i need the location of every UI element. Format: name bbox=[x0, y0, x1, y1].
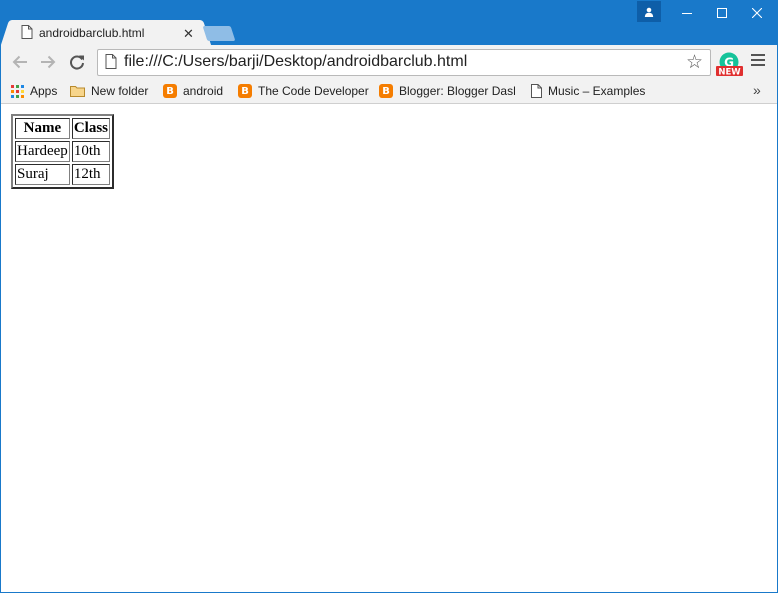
bookmark-blogger-dashboard[interactable]: B Blogger: Blogger Dash bbox=[379, 83, 515, 99]
bookmark-android[interactable]: B android bbox=[163, 83, 223, 99]
tab-close-icon[interactable]: ✕ bbox=[183, 26, 194, 42]
maximize-icon bbox=[717, 8, 727, 18]
person-icon bbox=[644, 7, 654, 17]
table-row: Hardeep 10th bbox=[15, 141, 110, 162]
reload-icon bbox=[70, 55, 84, 70]
bookmark-the-code-developer[interactable]: B The Code Developer bbox=[238, 83, 369, 99]
back-arrow-icon bbox=[12, 55, 27, 69]
grammarly-icon: G NEW bbox=[716, 52, 743, 78]
tab-title: androidbarclub.html bbox=[39, 26, 145, 40]
page-content: Name Class Hardeep 10th Suraj 12th bbox=[1, 104, 777, 592]
bookmarks-bar: Apps New folder B android B The Code Dev… bbox=[1, 79, 777, 104]
data-table: Name Class Hardeep 10th Suraj 12th bbox=[11, 114, 114, 189]
table-cell: Suraj bbox=[15, 164, 70, 185]
bookmark-apps[interactable]: Apps bbox=[11, 83, 57, 99]
bookmark-new-folder[interactable]: New folder bbox=[70, 83, 148, 99]
profile-button[interactable] bbox=[637, 1, 661, 22]
url-text[interactable]: file:///C:/Users/barji/Desktop/androidba… bbox=[124, 53, 467, 71]
table-cell: 10th bbox=[71, 141, 110, 162]
bookmark-label: Blogger: Blogger Dash bbox=[399, 84, 515, 98]
apps-grid-icon bbox=[11, 84, 24, 98]
bookmark-label: Apps bbox=[30, 84, 58, 98]
folder-icon bbox=[70, 85, 85, 97]
forward-button[interactable] bbox=[37, 51, 59, 73]
bookmark-label: New folder bbox=[91, 84, 149, 98]
page-icon bbox=[105, 54, 117, 69]
address-bar[interactable]: file:///C:/Users/barji/Desktop/androidba… bbox=[97, 49, 711, 76]
blogger-icon: B bbox=[238, 84, 252, 98]
bookmark-label: android bbox=[183, 84, 224, 98]
bookmark-star-icon[interactable]: ☆ bbox=[686, 51, 703, 74]
menu-icon[interactable] bbox=[751, 54, 765, 69]
reload-button[interactable] bbox=[66, 51, 88, 73]
page-icon bbox=[21, 25, 33, 39]
table-header-row: Name Class bbox=[15, 118, 110, 139]
forward-arrow-icon bbox=[41, 55, 56, 69]
close-icon bbox=[752, 8, 762, 18]
extension-badge: NEW bbox=[718, 68, 741, 77]
bookmark-label: The Code Developer bbox=[258, 84, 369, 98]
toolbar: file:///C:/Users/barji/Desktop/androidba… bbox=[1, 45, 777, 79]
close-window-button[interactable] bbox=[739, 1, 775, 25]
new-tab-button[interactable] bbox=[202, 26, 236, 41]
blogger-icon: B bbox=[163, 84, 177, 98]
table-cell: 12th bbox=[71, 164, 110, 185]
column-header-class: Class bbox=[71, 118, 110, 139]
maximize-button[interactable] bbox=[704, 1, 740, 25]
page-icon bbox=[531, 84, 542, 98]
column-header-name: Name bbox=[15, 118, 70, 139]
table-row: Suraj 12th bbox=[15, 164, 110, 185]
back-button[interactable] bbox=[9, 51, 31, 73]
tab-androidbarclub[interactable]: androidbarclub.html ✕ bbox=[11, 20, 201, 45]
blogger-icon: B bbox=[379, 84, 393, 98]
title-bar: androidbarclub.html ✕ bbox=[1, 1, 777, 45]
browser-window: androidbarclub.html ✕ file:///C:/Users/b… bbox=[0, 0, 778, 593]
extension-button[interactable]: G NEW bbox=[716, 52, 744, 78]
minimize-button[interactable] bbox=[669, 1, 705, 25]
bookmark-music-examples[interactable]: Music – Examples bbox=[531, 83, 645, 99]
minimize-icon bbox=[682, 13, 692, 14]
bookmark-label: Music – Examples bbox=[548, 84, 646, 98]
bookmarks-overflow-icon[interactable]: » bbox=[753, 82, 761, 98]
table-cell: Hardeep bbox=[15, 141, 70, 162]
